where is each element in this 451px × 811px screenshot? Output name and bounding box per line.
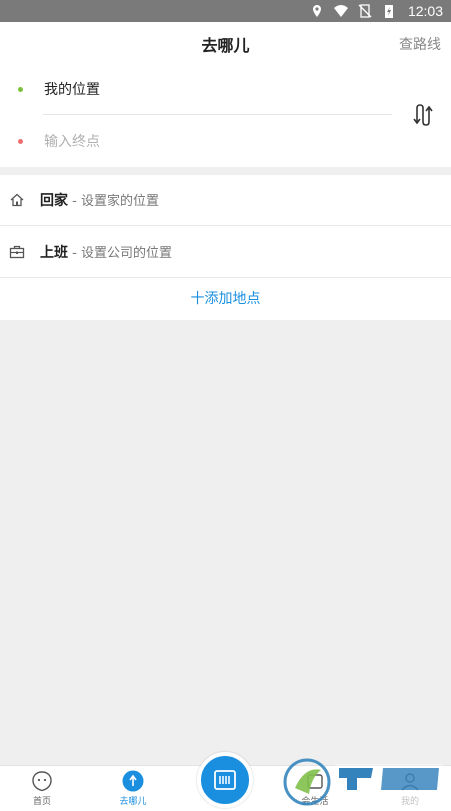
start-location-text: 我的位置 [44,82,100,98]
start-location-row[interactable]: 我的位置 [0,64,392,115]
page-title: 去哪儿 [201,36,250,55]
home-place-row[interactable]: 回家 - 设置家的位置 [0,175,451,226]
nav-home-label: 首页 [32,797,51,807]
location-icon [312,5,321,17]
end-dot-icon [18,138,23,144]
divider [43,114,392,115]
life-icon [307,774,323,789]
smiley-icon [32,771,52,792]
home-icon [10,193,24,207]
no-sim-icon [358,4,372,18]
swap-route-icon[interactable] [411,102,435,128]
destination-placeholder: 输入终点 [44,134,100,150]
nav-life-label: 会生活 [301,797,329,807]
direction-icon [122,770,144,792]
work-place-row[interactable]: 上班 - 设置公司的位置 [0,227,451,278]
wifi-icon [333,5,348,17]
nav-go[interactable]: 去哪儿 [103,770,163,807]
user-icon [401,773,419,791]
header: 去哪儿 查路线 [0,22,451,64]
battery-charging-icon [384,5,393,18]
status-bar: 12:03 [0,0,451,22]
add-place-button[interactable]: 十添加地点 [0,279,451,320]
nav-me-label: 我的 [400,797,419,807]
search-route-button[interactable]: 查路线 [399,34,441,54]
briefcase-icon [9,245,25,259]
scan-button[interactable] [197,752,253,808]
scan-icon [214,770,236,790]
route-card: 我的位置 输入终点 [0,64,451,167]
status-time: 12:03 [407,3,443,19]
work-place-hint: - 设置公司的位置 [68,246,172,261]
nav-go-label: 去哪儿 [119,797,147,807]
destination-input[interactable]: 输入终点 [0,116,392,166]
home-place-label: 回家 - 设置家的位置 [40,193,159,209]
work-place-label: 上班 - 设置公司的位置 [40,245,172,261]
start-dot-icon [18,86,23,92]
saved-places: 回家 - 设置家的位置 上班 - 设置公司的位置 十添加地点 [0,175,451,320]
nav-me[interactable]: 我的 [380,770,440,807]
nav-life[interactable]: 会生活 [285,770,345,807]
nav-home[interactable]: 首页 [12,770,72,807]
home-place-hint: - 设置家的位置 [68,194,159,209]
